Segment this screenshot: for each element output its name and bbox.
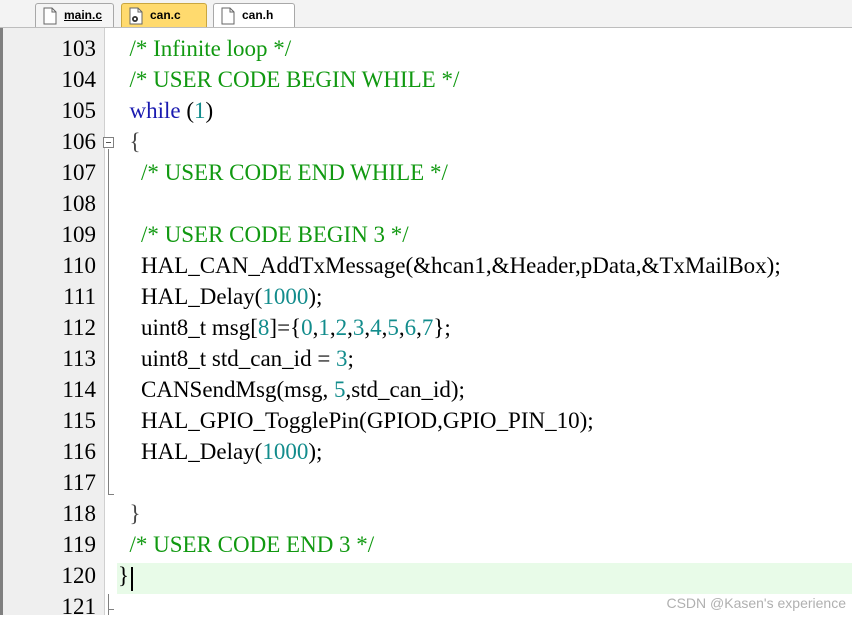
fold-end-tick — [108, 609, 114, 610]
line-number: 118 — [62, 501, 96, 526]
code-line[interactable]: /* USER CODE BEGIN WHILE */ — [118, 64, 460, 95]
fold-end-tick — [108, 494, 114, 495]
fold-collapse-icon[interactable] — [103, 137, 114, 148]
line-number: 107 — [61, 160, 97, 185]
tab-can-c[interactable]: can.c — [121, 3, 207, 27]
code-token: ); — [308, 439, 323, 464]
c-file-icon — [43, 7, 57, 25]
code-token: ); — [308, 284, 323, 309]
c-file-modified-icon — [129, 7, 143, 25]
code-token: 7 — [421, 315, 434, 340]
code-token: HAL_GPIO_TogglePin(GPIOD,GPIO_PIN_10); — [118, 408, 594, 433]
code-token: 3 — [352, 315, 365, 340]
code-token: CANSendMsg(msg, — [118, 377, 334, 402]
line-number: 108 — [61, 191, 97, 216]
code-token: } — [118, 563, 130, 588]
code-token: ]={ — [269, 315, 302, 340]
line-number: 115 — [62, 408, 96, 433]
line-number: 106 — [61, 129, 97, 154]
code-line[interactable]: } — [118, 498, 141, 529]
code-token: /* USER CODE BEGIN 3 */ — [118, 222, 409, 247]
line-number: 117 — [62, 470, 96, 495]
code-line[interactable]: HAL_Delay(1000); — [118, 281, 322, 312]
code-token: ,std_can_id); — [345, 377, 465, 402]
code-token: /* USER CODE END WHILE */ — [118, 160, 448, 185]
tab-main-c[interactable]: main.c — [35, 3, 114, 27]
code-token: 1 — [318, 315, 330, 340]
code-token: while — [118, 98, 181, 123]
code-line[interactable]: uint8_t std_can_id = 3; — [118, 343, 354, 374]
h-file-icon — [221, 7, 235, 25]
code-line[interactable]: HAL_GPIO_TogglePin(GPIOD,GPIO_PIN_10); — [118, 405, 594, 436]
code-token: 1000 — [262, 284, 309, 309]
code-token: /* USER CODE END 3 */ — [118, 532, 375, 557]
code-line[interactable]: /* USER CODE BEGIN 3 */ — [118, 219, 409, 250]
code-line[interactable]: HAL_Delay(1000); — [118, 436, 322, 467]
editor-tab-bar: main.c can.c can.h — [0, 0, 852, 28]
code-token: ( — [180, 98, 195, 123]
fold-guide-line — [108, 594, 109, 615]
line-number: 109 — [61, 222, 97, 247]
code-token: 8 — [257, 315, 270, 340]
code-token: 1 — [194, 98, 206, 123]
line-number: 114 — [62, 377, 96, 402]
code-token: HAL_Delay( — [118, 284, 263, 309]
code-token: 4 — [370, 315, 382, 340]
line-number: 104 — [61, 67, 97, 92]
code-token: } — [118, 501, 141, 526]
watermark: CSDN @Kasen's experience — [666, 595, 846, 611]
tab-label: main.c — [64, 8, 103, 22]
code-token: 3 — [336, 346, 348, 371]
code-line[interactable]: /* USER CODE END WHILE */ — [118, 157, 448, 188]
line-number: 113 — [62, 346, 96, 371]
tab-can-h[interactable]: can.h — [213, 3, 295, 27]
code-line[interactable]: /* USER CODE END 3 */ — [118, 529, 375, 560]
code-editor[interactable]: 103 /* Infinite loop */104 /* USER CODE … — [0, 28, 852, 619]
code-line[interactable]: HAL_CAN_AddTxMessage(&hcan1,&Header,pDat… — [118, 250, 781, 281]
code-token: /* Infinite loop */ — [118, 36, 292, 61]
code-token: ; — [347, 346, 354, 371]
current-line-highlight — [117, 563, 852, 594]
fold-guide-line — [108, 149, 109, 494]
code-line[interactable]: uint8_t msg[8]={0,1,2,3,4,5,6,7}; — [118, 312, 451, 343]
code-line[interactable]: /* Infinite loop */ — [118, 33, 292, 64]
line-number: 119 — [62, 532, 96, 557]
line-number: 116 — [62, 439, 96, 464]
code-token: 6 — [404, 315, 417, 340]
line-number: 111 — [63, 284, 96, 309]
code-token: HAL_CAN_AddTxMessage(&hcan1,&Header,pDat… — [118, 253, 781, 278]
tab-label: can.h — [242, 8, 274, 22]
code-token: }; — [433, 315, 451, 340]
tab-label: can.c — [150, 8, 181, 22]
code-token: uint8_t msg[ — [118, 315, 258, 340]
code-token: uint8_t std_can_id = — [118, 346, 337, 371]
code-token: 5 — [387, 315, 399, 340]
code-line[interactable]: { — [118, 126, 141, 157]
code-token: /* USER CODE BEGIN WHILE */ — [118, 67, 460, 92]
code-token: { — [118, 129, 141, 154]
text-cursor — [131, 567, 133, 591]
code-token: ) — [205, 98, 214, 123]
line-number: 121 — [61, 594, 97, 619]
line-number: 120 — [61, 563, 97, 588]
code-token: HAL_Delay( — [118, 439, 263, 464]
line-number: 110 — [62, 253, 96, 278]
code-token: 5 — [333, 377, 346, 402]
line-number: 105 — [61, 98, 97, 123]
code-line[interactable]: while (1) — [118, 95, 214, 126]
line-number: 103 — [61, 36, 97, 61]
line-number: 112 — [62, 315, 96, 340]
code-line[interactable]: CANSendMsg(msg, 5,std_can_id); — [118, 374, 465, 405]
code-token: 2 — [335, 315, 348, 340]
code-token: 0 — [301, 315, 313, 340]
code-line[interactable]: } — [118, 560, 129, 591]
code-token: 1000 — [262, 439, 309, 464]
